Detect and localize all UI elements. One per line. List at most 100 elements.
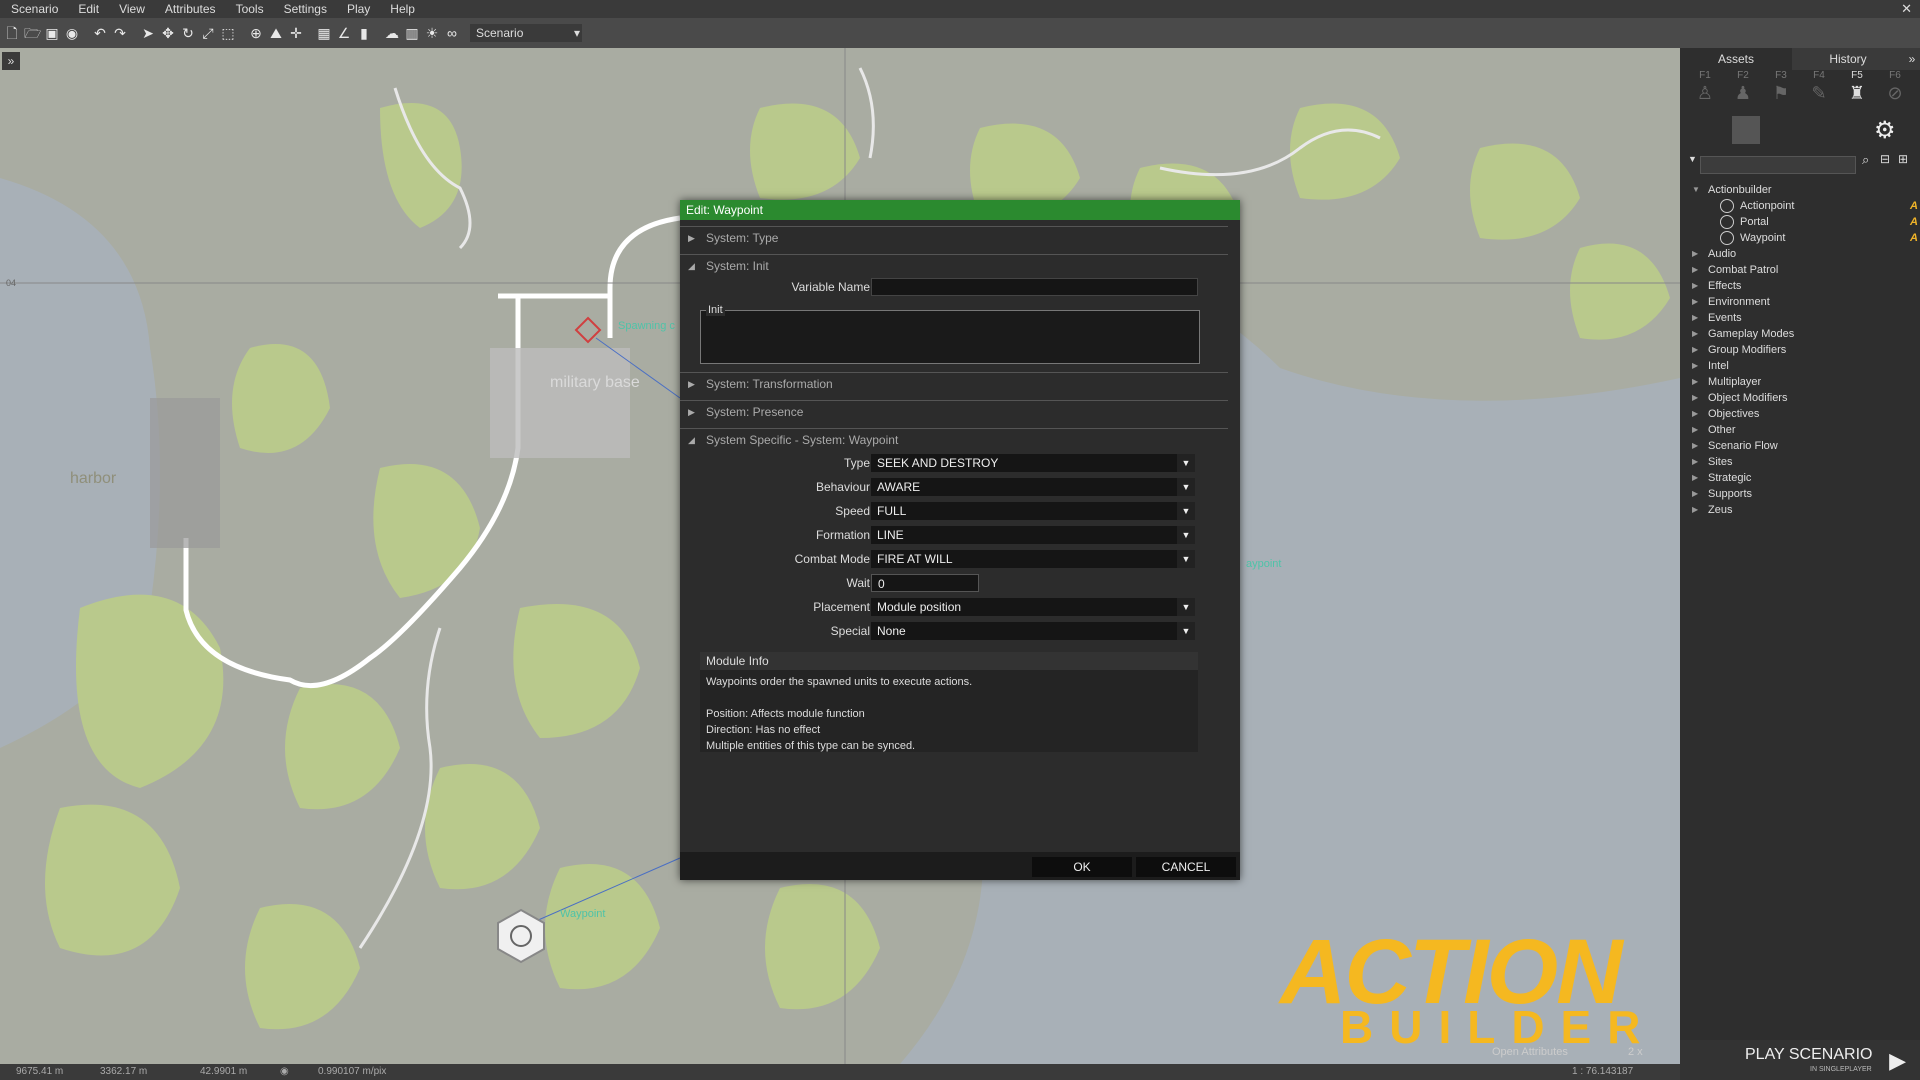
special-value: None (877, 624, 906, 638)
formation-dropdown[interactable]: LINE ▼ (871, 526, 1195, 544)
tree-item-actionpoint[interactable]: Actionpoint A (1680, 198, 1920, 214)
panel-collapse-button[interactable]: » (1904, 48, 1920, 70)
collapsed-icon: ▶ (1692, 297, 1699, 306)
tree-item-waypoint[interactable]: Waypoint A (1680, 230, 1920, 246)
wait-field[interactable]: 0 (871, 574, 979, 592)
save-icon[interactable]: ▣ (44, 25, 60, 41)
weather-icon[interactable]: ☁ (384, 25, 400, 41)
category-f5[interactable]: F5 ♜ (1838, 70, 1876, 114)
collapse-all-icon[interactable]: ⊟ (1880, 152, 1890, 166)
menu-attributes[interactable]: Attributes (154, 0, 225, 18)
tree-item-supports[interactable]: ▶ Supports (1680, 486, 1920, 502)
publish-icon[interactable]: ◉ (64, 25, 80, 41)
tree-item-group-modifiers[interactable]: ▶ Group Modifiers (1680, 342, 1920, 358)
tab-assets[interactable]: Assets (1680, 48, 1792, 70)
search-input[interactable] (1700, 156, 1856, 174)
placement-dropdown[interactable]: Module position ▼ (871, 598, 1195, 616)
expand-all-icon[interactable]: ⊞ (1898, 152, 1908, 166)
new-file-icon[interactable]: 🗋 (4, 25, 20, 41)
tree-item-object-modifiers[interactable]: ▶ Object Modifiers (1680, 390, 1920, 406)
tree-item-audio[interactable]: ▶ Audio (1680, 246, 1920, 262)
rotate-icon[interactable]: ↻ (180, 25, 196, 41)
grid-icon[interactable]: ▦ (316, 25, 332, 41)
terrain-icon[interactable]: ⛰ (268, 25, 284, 41)
scale-icon[interactable]: ⤢ (200, 25, 216, 41)
tree-item-gameplay-modes[interactable]: ▶ Gameplay Modes (1680, 326, 1920, 342)
category-f3[interactable]: F3 ⚑ (1762, 70, 1800, 114)
collapsed-icon: ▶ (1692, 489, 1699, 498)
menu-view[interactable]: View (108, 0, 154, 18)
category-f1[interactable]: F1 ♙ (1686, 70, 1724, 114)
modules-icon[interactable] (1732, 116, 1760, 144)
tree-item-zeus[interactable]: ▶ Zeus (1680, 502, 1920, 518)
menu-tools[interactable]: Tools (225, 0, 273, 18)
gear-icon[interactable]: ⚙ (1874, 116, 1896, 145)
tab-history[interactable]: History (1792, 48, 1904, 70)
special-dropdown[interactable]: None ▼ (871, 622, 1195, 640)
section-system-waypoint[interactable]: ◢ System Specific - System: Waypoint (680, 428, 1228, 451)
tree-item-other[interactable]: ▶ Other (1680, 422, 1920, 438)
tree-item-objectives[interactable]: ▶ Objectives (1680, 406, 1920, 422)
select-icon[interactable]: ➤ (140, 25, 156, 41)
chevron-down-icon[interactable]: ▼ (1688, 154, 1697, 164)
tree-item-sites[interactable]: ▶ Sites (1680, 454, 1920, 470)
search-icon[interactable]: ⌕ (1862, 152, 1869, 168)
map-collapse-button[interactable]: » (2, 52, 20, 70)
tree-item-strategic[interactable]: ▶ Strategic (1680, 470, 1920, 486)
play-scenario-button[interactable]: PLAY SCENARIO IN SINGLEPLAYER ▶ (1680, 1040, 1920, 1080)
module-info-panel: Module Info Waypoints order the spawned … (700, 652, 1198, 752)
menu-edit[interactable]: Edit (67, 0, 108, 18)
section-system-transformation[interactable]: ▶ System: Transformation (680, 372, 1228, 395)
speed-dropdown[interactable]: FULL ▼ (871, 502, 1195, 520)
move-icon[interactable]: ✥ (160, 25, 176, 41)
tree-item-scenario-flow[interactable]: ▶ Scenario Flow (1680, 438, 1920, 454)
eye-icon[interactable]: ◉ (280, 1066, 289, 1077)
init-textarea[interactable] (700, 310, 1200, 364)
collapsed-icon: ▶ (1692, 281, 1699, 290)
collapsed-icon: ▶ (1692, 329, 1699, 338)
vertical-icon[interactable]: ▮ (356, 25, 372, 41)
behaviour-dropdown[interactable]: AWARE ▼ (871, 478, 1195, 496)
category-f4[interactable]: F4 ✎ (1800, 70, 1838, 114)
combat-mode-dropdown[interactable]: FIRE AT WILL ▼ (871, 550, 1195, 568)
tree-item-combat-patrol[interactable]: ▶ Combat Patrol (1680, 262, 1920, 278)
formation-label: Formation (815, 528, 870, 542)
assets-panel: Assets History » F1 ♙ F2 ♟ F3 ⚑ F4 ✎ F5 ♜ F6 ⊘… (1680, 48, 1920, 1080)
category-f6[interactable]: F6 ⊘ (1876, 70, 1914, 114)
section-system-type[interactable]: ▶ System: Type (680, 226, 1228, 249)
section-system-presence[interactable]: ▶ System: Presence (680, 400, 1228, 423)
buildings-icon[interactable]: ▥ (404, 25, 420, 41)
sun-icon[interactable]: ☀ (424, 25, 440, 41)
menu-play[interactable]: Play (336, 0, 379, 18)
globe-icon[interactable]: ⊕ (248, 25, 264, 41)
collapsed-icon: ▶ (1692, 377, 1699, 386)
crosshair-icon[interactable]: ✛ (288, 25, 304, 41)
menu-help[interactable]: Help (379, 0, 424, 18)
chevron-down-icon: ▼ (1177, 478, 1195, 496)
close-icon[interactable]: ✕ (1901, 0, 1912, 18)
open-folder-icon[interactable]: 🗁 (24, 25, 41, 41)
tree-item-events[interactable]: ▶ Events (1680, 310, 1920, 326)
tree-item-portal[interactable]: Portal A (1680, 214, 1920, 230)
ok-button[interactable]: OK (1032, 857, 1132, 877)
scenario-dropdown[interactable]: Scenario ▾ (470, 24, 582, 42)
tree-item-environment[interactable]: ▶ Environment (1680, 294, 1920, 310)
tree-item-label: Gameplay Modes (1708, 328, 1795, 340)
menu-scenario[interactable]: Scenario (0, 0, 67, 18)
vision-icon[interactable]: ∞ (444, 25, 460, 41)
combat-mode-label: Combat Mode (794, 552, 870, 566)
tree-item-effects[interactable]: ▶ Effects (1680, 278, 1920, 294)
angle-icon[interactable]: ∠ (336, 25, 352, 41)
category-f2[interactable]: F2 ♟ (1724, 70, 1762, 114)
redo-icon[interactable]: ↷ (112, 25, 128, 41)
variable-name-field[interactable] (871, 278, 1198, 296)
type-dropdown[interactable]: SEEK AND DESTROY ▼ (871, 454, 1195, 472)
area-select-icon[interactable]: ⬚ (220, 25, 236, 41)
tree-item-actionbuilder[interactable]: ▼ Actionbuilder (1680, 182, 1920, 198)
tree-item-intel[interactable]: ▶ Intel (1680, 358, 1920, 374)
tree-item-multiplayer[interactable]: ▶ Multiplayer (1680, 374, 1920, 390)
menu-settings[interactable]: Settings (273, 0, 336, 18)
cancel-button[interactable]: CANCEL (1136, 857, 1236, 877)
section-system-init[interactable]: ◢ System: Init (680, 254, 1228, 277)
undo-icon[interactable]: ↶ (92, 25, 108, 41)
